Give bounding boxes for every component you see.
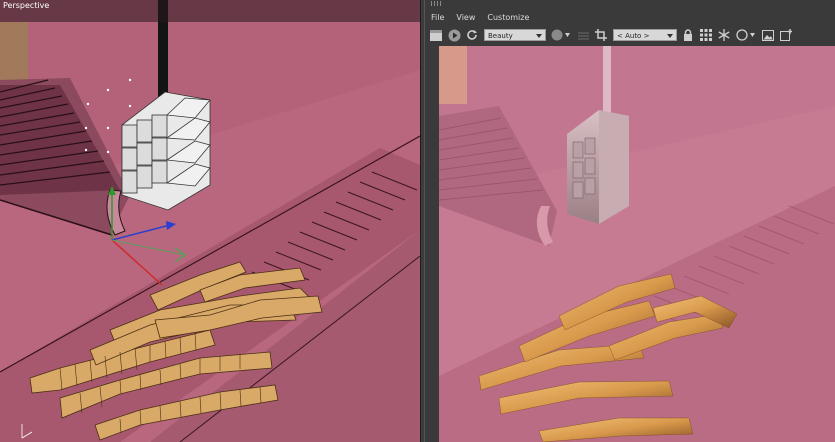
backdrop-box [0,22,28,88]
render-toolbar: Beauty < Auto > [425,26,835,44]
chevron-down-icon [536,34,542,38]
render-scene [439,46,835,442]
crop-icon[interactable] [594,28,608,42]
render-mode-value: Beauty [488,32,513,40]
circle-icon[interactable] [735,28,757,42]
image-icon[interactable] [761,28,775,42]
clapperboard-icon[interactable] [429,28,443,42]
lock-icon[interactable] [681,28,695,42]
menu-customize[interactable]: Customize [487,13,529,22]
menu-view[interactable]: View [456,13,475,22]
snowflake-icon[interactable] [717,28,731,42]
panel-grip[interactable] [431,1,443,6]
grid-icon[interactable] [699,28,713,42]
viewport-header [0,0,420,22]
render-mode-select[interactable]: Beauty [484,29,546,41]
render-backdrop-box [439,46,467,104]
camera-select-value: < Auto > [617,32,650,40]
play-icon[interactable] [447,28,461,42]
render-output[interactable] [439,46,835,442]
render-view-panel: File View Customize Beauty < Auto > [425,0,835,442]
camera-select[interactable]: < Auto > [613,29,677,41]
render-cutter-block [567,110,629,224]
render-cutter-rod [603,46,611,116]
hatch-icon[interactable] [576,28,590,42]
viewport-scene [0,0,420,442]
perspective-viewport[interactable]: Perspective [0,0,420,442]
refresh-icon[interactable] [465,28,479,42]
render-menubar: File View Customize [425,8,835,26]
menu-file[interactable]: File [431,13,444,22]
chevron-down-icon [667,34,673,38]
add-image-icon[interactable] [779,28,793,42]
viewport-label[interactable]: Perspective [3,1,49,10]
rgb-channel-icon[interactable] [550,28,572,42]
